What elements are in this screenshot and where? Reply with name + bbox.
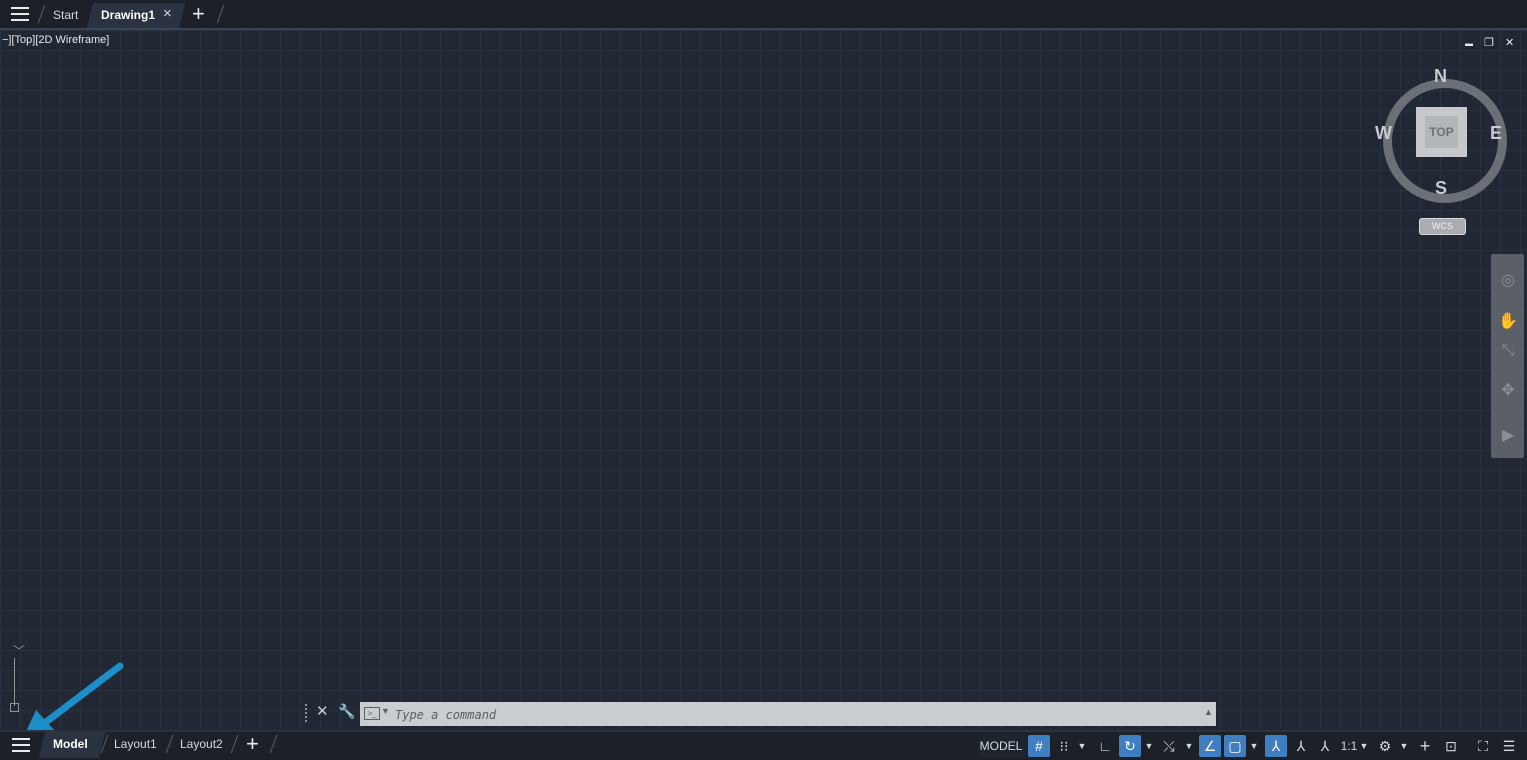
polar-icon[interactable]: ↻	[1119, 735, 1141, 757]
lineweight-icon[interactable]: ▢	[1224, 735, 1246, 757]
annotation-scale-icon[interactable]: ⅄	[1314, 735, 1336, 757]
chevron-down-icon[interactable]: ▼	[1359, 735, 1369, 757]
workspace-icon[interactable]: ⚙	[1374, 735, 1396, 757]
command-close-icon[interactable]: ✕	[316, 702, 329, 720]
file-tab-bar	[0, 0, 1527, 30]
viewcube-top-label[interactable]: TOP	[1425, 116, 1458, 148]
showmotion-icon[interactable]: ▶	[1497, 425, 1519, 447]
steering-wheel-icon[interactable]: ◎	[1497, 270, 1519, 292]
new-tab-icon[interactable]: +	[192, 3, 205, 25]
fullscreen-icon[interactable]: ⛶	[1472, 735, 1494, 757]
chevron-down-icon[interactable]: ▼	[1077, 735, 1087, 757]
chevron-down-icon[interactable]: ▼	[1249, 735, 1259, 757]
chevron-down-icon[interactable]: ▼	[1184, 735, 1194, 757]
grid-icon[interactable]: #	[1028, 735, 1050, 757]
isodraft-icon[interactable]: ⤯	[1158, 735, 1180, 757]
scale-button[interactable]: 1:1	[1339, 735, 1359, 757]
command-input[interactable]	[393, 704, 1197, 726]
chevron-up-icon[interactable]: ▲	[1204, 707, 1213, 717]
ucs-y-axis	[14, 658, 15, 706]
chevron-down-icon[interactable]: ▼	[1144, 735, 1154, 757]
tab-layout1[interactable]: Layout1	[114, 737, 157, 751]
command-line-grip[interactable]	[305, 704, 312, 722]
ucs-y-arrow-icon: ﹀	[13, 644, 26, 658]
osnap-icon[interactable]: ∠	[1199, 735, 1221, 757]
chevron-down-icon[interactable]: ▼	[1399, 735, 1409, 757]
ortho-icon[interactable]: ∟	[1094, 735, 1116, 757]
compass-south[interactable]: S	[1435, 178, 1447, 199]
command-customize-icon[interactable]: 🔧	[338, 703, 355, 720]
compass-north[interactable]: N	[1434, 66, 1447, 87]
compass-east[interactable]: E	[1490, 123, 1502, 144]
ucs-origin-icon	[10, 703, 19, 712]
quick-properties-icon[interactable]: ⊡	[1440, 735, 1462, 757]
layout-menu-icon[interactable]	[12, 738, 30, 752]
compass-west[interactable]: W	[1375, 123, 1392, 144]
units-icon[interactable]: +	[1414, 735, 1436, 757]
annotation-arrow-icon	[24, 662, 124, 736]
viewport-controls[interactable]: −][Top][2D Wireframe]	[2, 34, 109, 46]
viewport-minimize-icon[interactable]: ▬	[1465, 39, 1473, 48]
chevron-down-icon[interactable]: ▼	[381, 706, 390, 716]
annotation-monitor-icon[interactable]: ⅄	[1290, 735, 1312, 757]
snap-icon[interactable]: ⁝⁝	[1054, 735, 1074, 757]
pan-icon[interactable]: ✋	[1497, 311, 1519, 333]
transparency-icon[interactable]: ⅄	[1265, 735, 1287, 757]
tab-start[interactable]: Start	[53, 8, 78, 22]
close-tab-icon[interactable]: ×	[163, 5, 172, 22]
tab-drawing1-label: Drawing1	[101, 8, 156, 22]
customize-icon[interactable]: ☰	[1498, 735, 1520, 757]
application-menu-icon[interactable]	[11, 7, 29, 21]
wcs-menu-button[interactable]: WCS	[1419, 218, 1466, 235]
new-layout-icon[interactable]: +	[246, 733, 259, 755]
model-space-button[interactable]: MODEL	[978, 735, 1024, 757]
viewport-restore-icon[interactable]: ❐	[1484, 36, 1494, 49]
tab-layout2[interactable]: Layout2	[180, 737, 223, 751]
drawing-viewport[interactable]	[0, 30, 1527, 728]
viewport-close-icon[interactable]: ✕	[1505, 36, 1514, 49]
zoom-extents-icon[interactable]: ⤡	[1497, 340, 1519, 362]
orbit-icon[interactable]: ✥	[1497, 380, 1519, 402]
command-history-icon[interactable]: >_	[364, 707, 380, 720]
tab-model-label: Model	[53, 737, 88, 751]
